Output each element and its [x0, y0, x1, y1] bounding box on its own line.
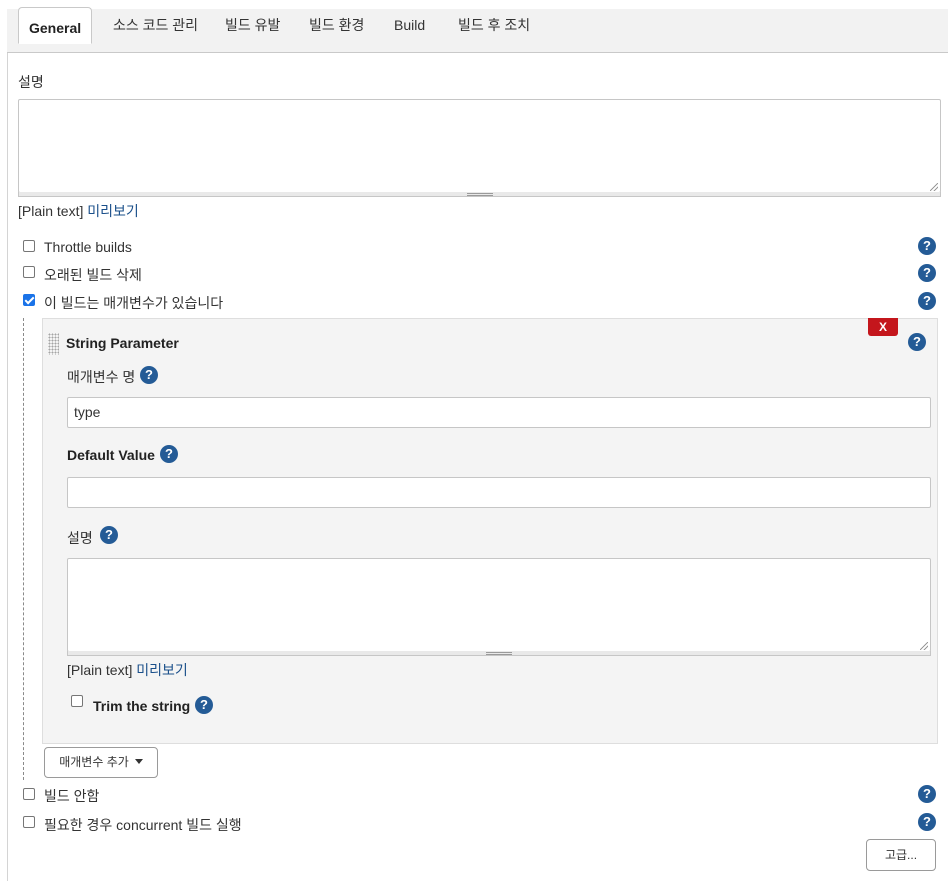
help-icon[interactable]: ?	[918, 237, 936, 255]
parameter-description-textarea[interactable]	[67, 558, 931, 652]
help-icon[interactable]: ?	[100, 526, 118, 544]
advanced-button[interactable]: 고급...	[866, 839, 936, 871]
concurrent-builds-checkbox[interactable]	[23, 816, 35, 828]
trim-string-label[interactable]: Trim the string	[93, 698, 190, 714]
disable-build-checkbox[interactable]	[23, 788, 35, 800]
default-value-input[interactable]	[67, 477, 931, 508]
description-format: [Plain text] 미리보기	[18, 201, 139, 221]
drag-handle-icon[interactable]	[48, 333, 59, 355]
help-icon[interactable]: ?	[918, 785, 936, 803]
plain-text-label: [Plain text]	[67, 662, 133, 678]
help-icon[interactable]: ?	[918, 264, 936, 282]
help-icon[interactable]: ?	[918, 813, 936, 831]
throttle-builds-label[interactable]: Throttle builds	[44, 239, 132, 255]
preview-link[interactable]: 미리보기	[87, 203, 139, 219]
parameterized-label[interactable]: 이 빌드는 매개변수가 있습니다	[44, 293, 223, 313]
help-icon[interactable]: ?	[195, 696, 213, 714]
help-icon[interactable]: ?	[908, 333, 926, 351]
preview-link[interactable]: 미리보기	[136, 662, 188, 678]
tab-build-triggers[interactable]: 빌드 유발	[225, 6, 280, 44]
parameter-description-format: [Plain text] 미리보기	[67, 660, 188, 680]
tab-general[interactable]: General	[18, 7, 93, 44]
description-resize-bar[interactable]	[18, 192, 941, 197]
tab-scm[interactable]: 소스 코드 관리	[113, 6, 198, 44]
parameter-name-input[interactable]: type	[67, 397, 931, 428]
parameter-name-label: 매개변수 명	[67, 369, 136, 385]
description-textarea[interactable]	[18, 99, 941, 193]
concurrent-builds-label[interactable]: 필요한 경우 concurrent 빌드 실행	[44, 815, 242, 835]
delete-parameter-button[interactable]: X	[868, 318, 898, 336]
tab-build-environment[interactable]: 빌드 환경	[309, 6, 364, 44]
parameter-description-label: 설명	[67, 530, 93, 546]
description-label: 설명	[18, 74, 44, 90]
disable-build-label[interactable]: 빌드 안함	[44, 786, 99, 806]
nested-section-line	[23, 318, 24, 780]
parameter-description-resize-bar[interactable]	[67, 651, 931, 656]
parameterized-checkbox[interactable]	[23, 294, 35, 306]
discard-old-builds-label[interactable]: 오래된 빌드 삭제	[44, 265, 142, 285]
help-icon[interactable]: ?	[918, 292, 936, 310]
string-parameter-panel	[42, 318, 938, 744]
tab-build[interactable]: Build	[394, 6, 425, 44]
parameter-title: String Parameter	[66, 335, 179, 351]
add-parameter-button[interactable]: 매개변수 추가	[44, 747, 158, 778]
trim-string-checkbox[interactable]	[71, 695, 83, 707]
help-icon[interactable]: ?	[160, 445, 178, 463]
discard-old-builds-checkbox[interactable]	[23, 266, 35, 278]
resize-corner-icon[interactable]	[920, 642, 928, 650]
caret-down-icon	[134, 759, 143, 765]
add-parameter-label: 매개변수 추가	[59, 755, 129, 769]
resize-corner-icon[interactable]	[930, 183, 938, 191]
plain-text-label: [Plain text]	[18, 203, 84, 219]
default-value-label: Default Value	[67, 447, 155, 463]
tab-post-build[interactable]: 빌드 후 조치	[458, 6, 530, 44]
throttle-builds-checkbox[interactable]	[23, 240, 35, 252]
help-icon[interactable]: ?	[140, 366, 158, 384]
